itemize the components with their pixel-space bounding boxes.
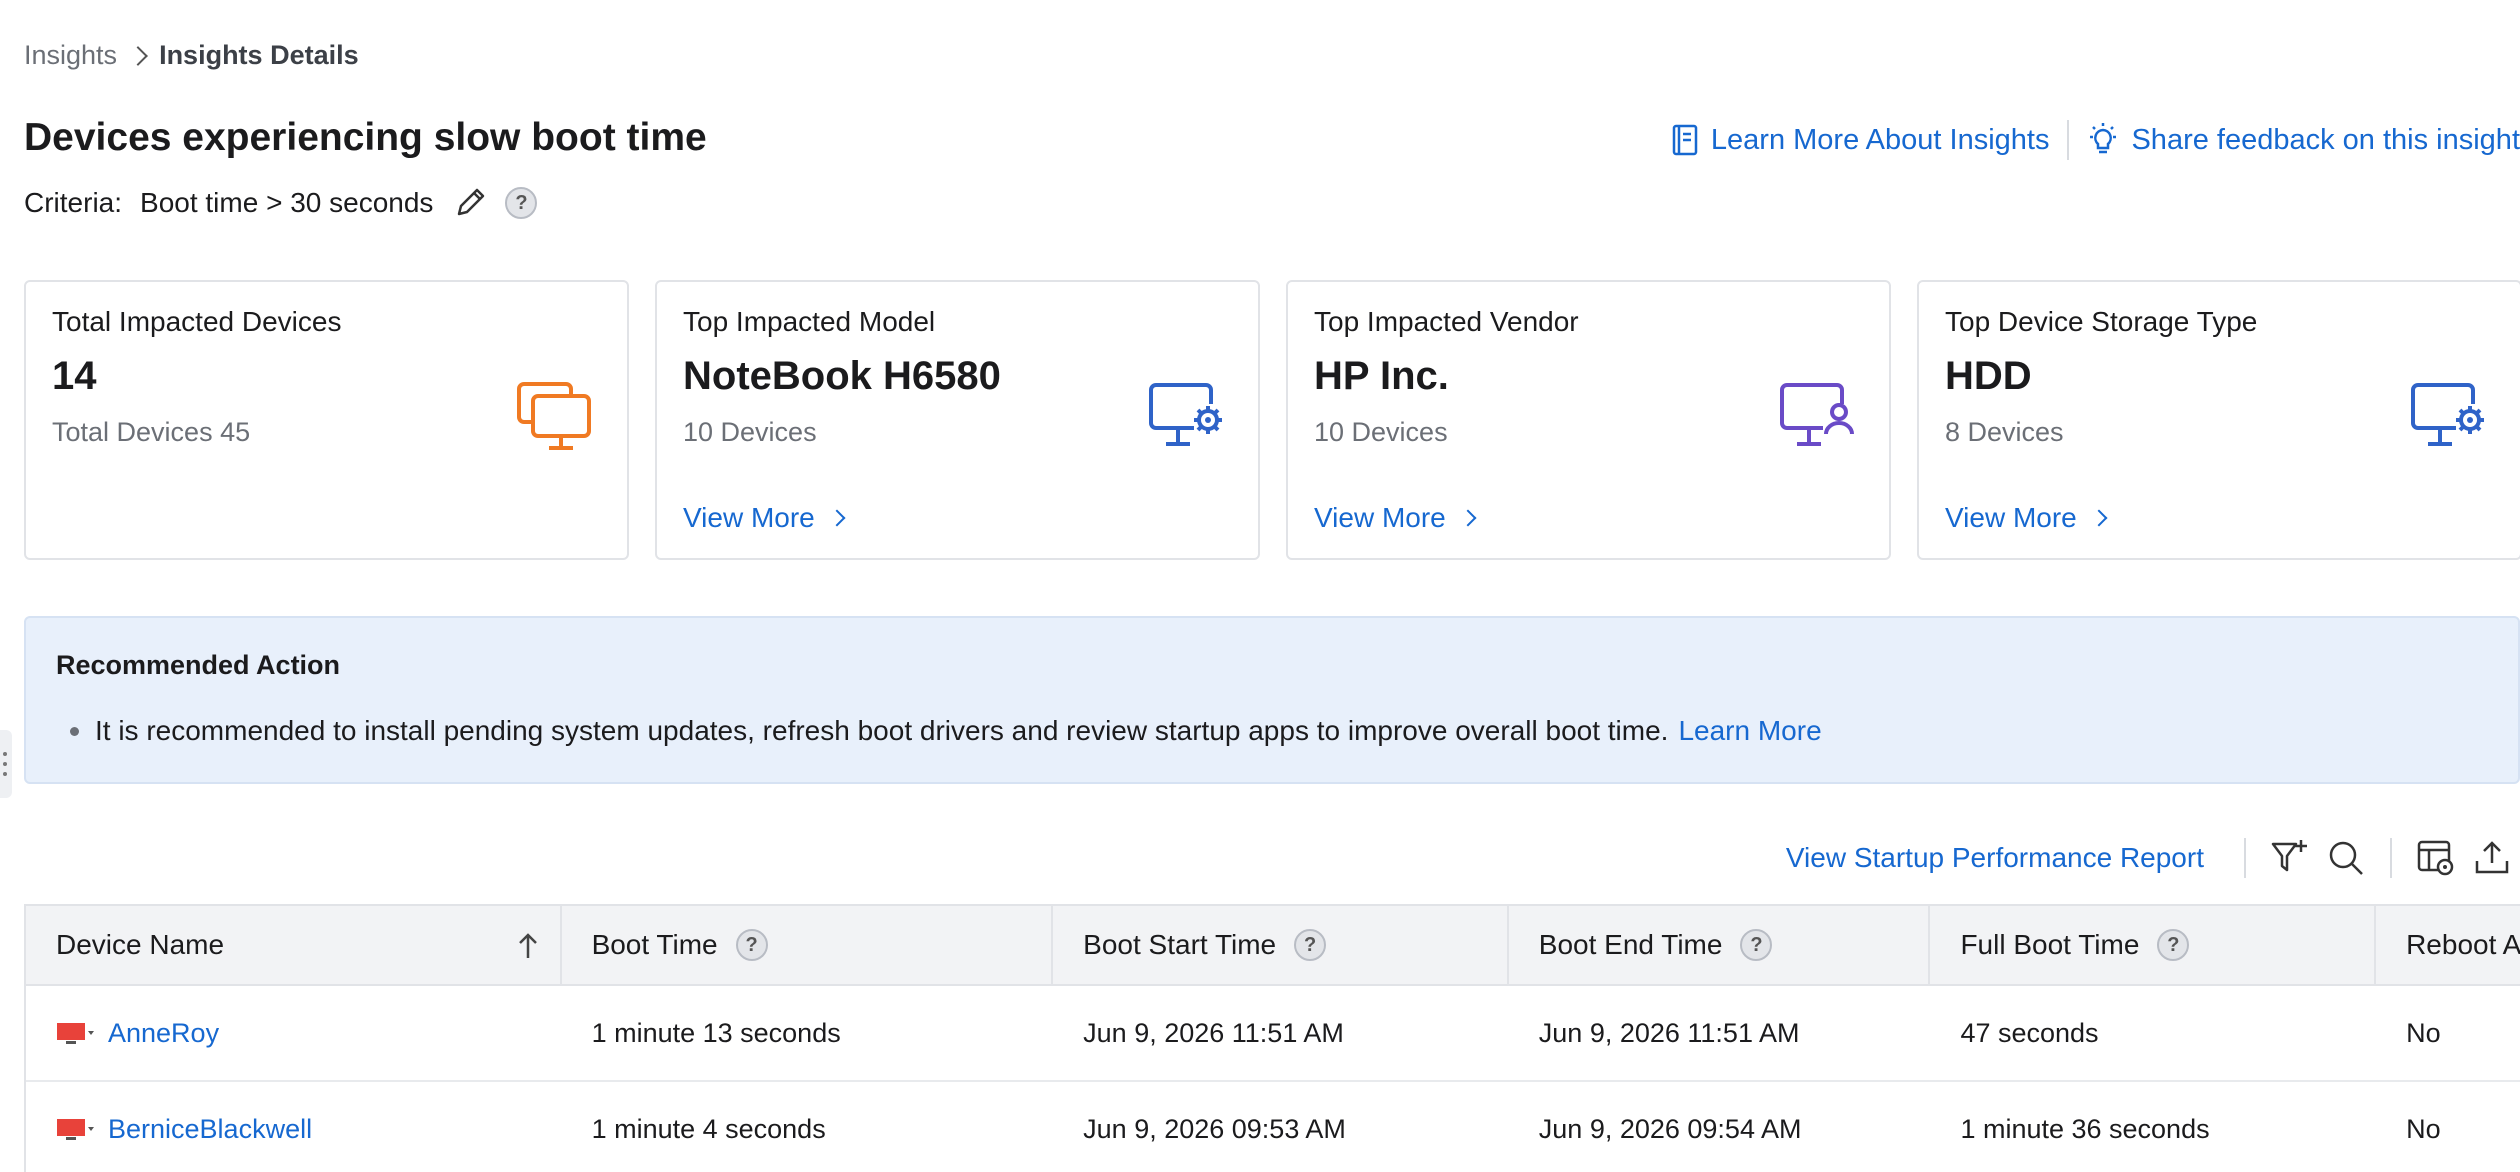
column-header-label: Reboot A bbox=[2406, 929, 2520, 960]
column-header-label: Boot End Time bbox=[1538, 929, 1723, 960]
monitor-gear-icon bbox=[2411, 383, 2484, 446]
cell-boot-end-time: Jun 9, 2026 11:51 AM bbox=[1538, 1017, 1800, 1048]
export-button[interactable] bbox=[2464, 830, 2520, 886]
column-header-device-name[interactable]: Device Name bbox=[26, 906, 562, 984]
table-row: AnneRoy 1 minute 13 seconds Jun 9, 2026 … bbox=[26, 986, 2520, 1082]
card-label: Total Impacted Devices bbox=[52, 306, 342, 337]
card-top-impacted-model: Top Impacted Model NoteBook H6580 10 Dev… bbox=[655, 280, 1260, 560]
help-icon[interactable]: ? bbox=[1740, 929, 1773, 961]
learn-more-insights-label: Learn More About Insights bbox=[1710, 123, 2050, 156]
upload-icon bbox=[2475, 841, 2509, 874]
table-toolbar: View Startup Performance Report bbox=[1786, 830, 2520, 886]
chevron-right-icon bbox=[828, 509, 846, 527]
column-header-label: Device Name bbox=[56, 929, 225, 960]
view-more-model-link[interactable]: View More bbox=[683, 502, 846, 534]
recommended-action-banner: Recommended Action It is recommended to … bbox=[24, 616, 2520, 784]
column-header-label: Boot Time bbox=[591, 929, 718, 960]
pencil-icon[interactable] bbox=[453, 186, 487, 220]
column-header-reboot[interactable]: Reboot A bbox=[2376, 906, 2520, 984]
page-title: Devices experiencing slow boot time bbox=[24, 116, 707, 159]
table-settings-icon bbox=[2417, 840, 2454, 876]
recommended-learn-more-link[interactable]: Learn More bbox=[1678, 715, 1821, 747]
add-filter-button[interactable] bbox=[2262, 830, 2318, 886]
view-more-label: View More bbox=[1314, 502, 1446, 533]
criteria: Criteria: Boot time > 30 seconds ? bbox=[24, 186, 538, 220]
column-header-label: Full Boot Time bbox=[1960, 929, 2140, 960]
column-header-boot-time[interactable]: Boot Time ? bbox=[562, 906, 1054, 984]
column-settings-button[interactable] bbox=[2408, 830, 2464, 886]
view-more-label: View More bbox=[683, 502, 815, 533]
sort-ascending-icon[interactable] bbox=[516, 932, 540, 960]
cell-boot-start-time: Jun 9, 2026 11:51 AM bbox=[1083, 1017, 1344, 1048]
criteria-help-icon[interactable]: ? bbox=[505, 187, 538, 219]
cell-boot-time: 1 minute 13 seconds bbox=[591, 1017, 841, 1048]
search-icon bbox=[2329, 841, 2363, 875]
cell-boot-start-time: Jun 9, 2026 09:53 AM bbox=[1083, 1113, 1346, 1144]
cell-reboot: No bbox=[2406, 1113, 2441, 1144]
cell-full-boot-time: 47 seconds bbox=[1960, 1017, 2099, 1048]
breadcrumb-insights[interactable]: Insights bbox=[24, 40, 117, 71]
desktop-status-icon[interactable] bbox=[56, 1116, 94, 1142]
share-feedback-link[interactable]: Share feedback on this insight bbox=[2087, 123, 2520, 157]
card-top-device-storage-type: Top Device Storage Type HDD 8 Devices Vi… bbox=[1917, 280, 2520, 560]
toolbar-divider bbox=[2244, 838, 2246, 878]
learn-more-insights-link[interactable]: Learn More About Insights bbox=[1671, 123, 2050, 157]
card-label: Top Impacted Vendor bbox=[1314, 306, 1579, 337]
cell-boot-time: 1 minute 4 seconds bbox=[591, 1113, 826, 1144]
view-more-label: View More bbox=[1945, 502, 2077, 533]
recommended-action-item: It is recommended to install pending sys… bbox=[56, 715, 2488, 747]
toolbar-divider bbox=[2390, 838, 2392, 878]
lightbulb-icon bbox=[2090, 123, 2117, 154]
chevron-right-icon bbox=[2090, 509, 2108, 527]
desktop-status-icon[interactable] bbox=[56, 1020, 94, 1046]
cell-boot-end-time: Jun 9, 2026 09:54 AM bbox=[1538, 1113, 1802, 1144]
card-label: Top Impacted Model bbox=[683, 306, 936, 337]
breadcrumb: Insights Insights Details bbox=[24, 40, 359, 71]
chevron-right-icon bbox=[128, 45, 148, 66]
card-label: Top Device Storage Type bbox=[1945, 306, 2258, 337]
summary-cards: Total Impacted Devices 14 Total Devices … bbox=[24, 280, 2520, 560]
cell-device-name: BerniceBlackwell bbox=[26, 1082, 562, 1172]
view-more-vendor-link[interactable]: View More bbox=[1314, 502, 1477, 534]
monitor-gear-icon bbox=[1149, 383, 1222, 446]
column-header-boot-end-time[interactable]: Boot End Time ? bbox=[1509, 906, 1931, 984]
breadcrumb-current: Insights Details bbox=[159, 40, 359, 70]
search-button[interactable] bbox=[2318, 830, 2374, 886]
criteria-value: Boot time > 30 seconds bbox=[140, 187, 434, 218]
bullet bbox=[70, 726, 79, 736]
recommended-action-text: It is recommended to install pending sys… bbox=[95, 715, 1669, 746]
column-header-label: Boot Start Time bbox=[1083, 929, 1277, 960]
help-icon[interactable]: ? bbox=[735, 929, 768, 961]
column-header-full-boot-time[interactable]: Full Boot Time ? bbox=[1930, 906, 2377, 984]
help-icon[interactable]: ? bbox=[1294, 929, 1327, 961]
device-name-link[interactable]: AnneRoy bbox=[108, 1018, 219, 1049]
help-icon[interactable]: ? bbox=[2157, 929, 2190, 961]
table-header: Device Name Boot Time ? Boot Start Time … bbox=[26, 906, 2520, 986]
share-feedback-label: Share feedback on this insight bbox=[2131, 123, 2520, 156]
cell-reboot: No bbox=[2406, 1017, 2441, 1048]
cell-full-boot-time: 1 minute 36 seconds bbox=[1960, 1113, 2210, 1144]
view-more-storage-link[interactable]: View More bbox=[1945, 502, 2108, 534]
side-panel-handle[interactable] bbox=[0, 730, 12, 798]
monitors-icon bbox=[517, 382, 591, 450]
device-name-link[interactable]: BerniceBlackwell bbox=[108, 1114, 312, 1145]
filter-plus-icon bbox=[2271, 840, 2307, 872]
card-total-impacted-devices: Total Impacted Devices 14 Total Devices … bbox=[24, 280, 629, 560]
cell-device-name: AnneRoy bbox=[26, 986, 562, 1080]
criteria-label: Criteria: bbox=[24, 187, 123, 218]
monitor-user-icon bbox=[1780, 383, 1854, 446]
chevron-right-icon bbox=[1459, 509, 1477, 527]
recommended-action-title: Recommended Action bbox=[56, 650, 341, 680]
view-startup-performance-report-link[interactable]: View Startup Performance Report bbox=[1786, 842, 2204, 874]
header-links: Learn More About Insights Share feedback… bbox=[1671, 120, 2520, 160]
card-top-impacted-vendor: Top Impacted Vendor HP Inc. 10 Devices V… bbox=[1286, 280, 1891, 560]
book-icon bbox=[1672, 124, 1698, 156]
devices-table: Device Name Boot Time ? Boot Start Time … bbox=[24, 904, 2520, 1172]
header-divider bbox=[2067, 120, 2070, 160]
column-header-boot-start-time[interactable]: Boot Start Time ? bbox=[1053, 906, 1509, 984]
table-row: BerniceBlackwell 1 minute 4 seconds Jun … bbox=[26, 1082, 2520, 1172]
